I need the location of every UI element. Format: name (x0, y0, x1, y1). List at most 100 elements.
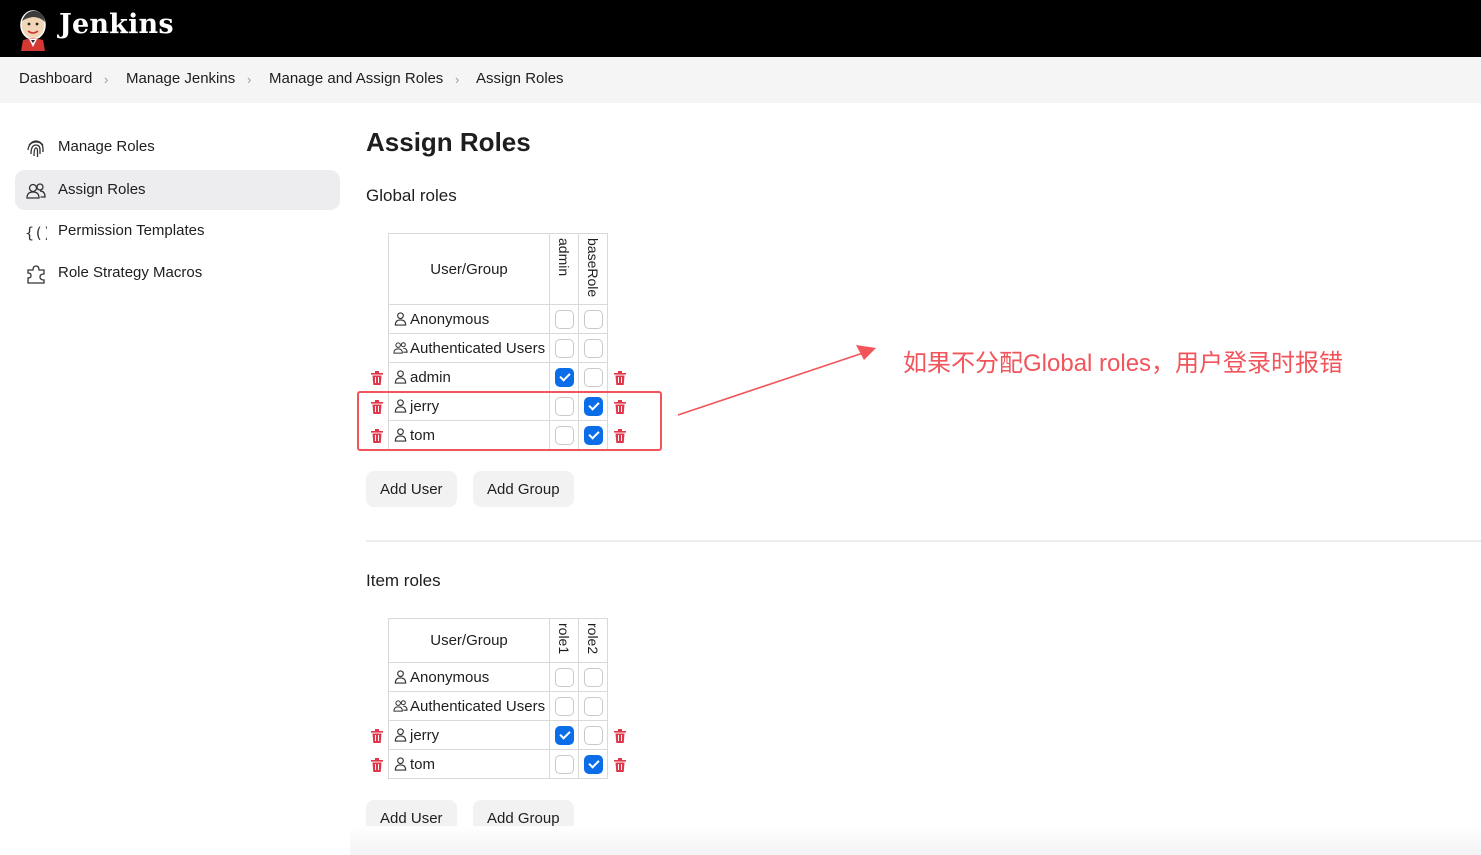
breadcrumb-manage-assign-roles[interactable]: Manage and Assign Roles (269, 70, 443, 87)
role-header-baserole: baseRole (578, 233, 608, 305)
role-checkbox-baseRole[interactable] (583, 338, 603, 358)
user-name: jerry (410, 726, 440, 744)
role-checkbox-role1[interactable] (554, 696, 574, 716)
user-icon (393, 756, 408, 771)
breadcrumb-separator-icon: › (247, 72, 252, 87)
sidebar-item-role-strategy-macros[interactable]: Role Strategy Macros (15, 253, 340, 293)
role-header-admin: admin (549, 233, 579, 305)
role-checkbox-role1[interactable] (554, 667, 574, 687)
role-cell (549, 720, 579, 750)
annotation-arrow-icon (677, 345, 876, 416)
page-title: Assign Roles (366, 127, 531, 157)
role-cell (549, 333, 579, 363)
role-checkbox-role2[interactable] (583, 667, 603, 687)
user-group-header: User/Group (388, 233, 550, 305)
braces-icon: {()} (25, 224, 47, 242)
role-checkbox-baseRole[interactable] (583, 309, 603, 329)
trash-icon[interactable] (371, 371, 383, 385)
role-checkbox-role2[interactable] (583, 696, 603, 716)
global-add-user-button[interactable]: Add User (366, 471, 457, 507)
table-header-row: User/Group role1 role2 (388, 618, 608, 663)
sidebar-item-assign-roles[interactable]: Assign Roles (15, 170, 340, 210)
sidebar-item-label: Manage Roles (58, 138, 155, 155)
top-header: Jenkins (0, 0, 1481, 57)
app-name[interactable]: Jenkins (59, 9, 174, 40)
role-header-role2: role2 (578, 618, 608, 663)
user-name: Authenticated Users (410, 697, 546, 715)
table-row: Anonymous (388, 662, 608, 692)
user-icon (393, 369, 408, 384)
table-row: Authenticated Users (388, 333, 608, 363)
role-checkbox-role1[interactable] (554, 754, 574, 774)
user-cell: Anonymous (388, 304, 550, 334)
role-cell (549, 691, 579, 721)
trash-icon[interactable] (614, 758, 626, 772)
user-cell: Anonymous (388, 662, 550, 692)
svg-text:{()}: {()} (25, 224, 47, 242)
role-cell (549, 662, 579, 692)
breadcrumb-assign-roles[interactable]: Assign Roles (476, 70, 564, 87)
user-name: Authenticated Users (410, 339, 546, 357)
user-cell: jerry (388, 720, 550, 750)
trash-icon[interactable] (614, 400, 626, 414)
sidebar-item-label: Permission Templates (58, 222, 205, 239)
user-cell: Authenticated Users (388, 691, 550, 721)
breadcrumb-separator-icon: › (455, 72, 460, 87)
role-header-role1: role1 (549, 618, 579, 663)
trash-icon[interactable] (614, 371, 626, 385)
breadcrumb-manage-jenkins[interactable]: Manage Jenkins (126, 70, 235, 87)
role-checkbox-role2[interactable] (583, 754, 603, 774)
role-cell (578, 333, 608, 363)
group-icon (393, 698, 408, 713)
trash-icon[interactable] (614, 729, 626, 743)
table-row: Anonymous (388, 304, 608, 334)
trash-icon[interactable] (371, 729, 383, 743)
breadcrumb: Dashboard › Manage Jenkins › Manage and … (0, 57, 1481, 103)
role-cell (578, 749, 608, 779)
table-row: admin (388, 362, 608, 392)
role-cell (578, 720, 608, 750)
user-cell: Authenticated Users (388, 333, 550, 363)
trash-icon[interactable] (371, 758, 383, 772)
section-divider (366, 540, 1481, 542)
user-group-header: User/Group (388, 618, 550, 663)
role-cell (578, 304, 608, 334)
global-add-group-button[interactable]: Add Group (473, 471, 574, 507)
role-cell (549, 304, 579, 334)
breadcrumb-dashboard[interactable]: Dashboard (19, 70, 92, 87)
sidebar-item-manage-roles[interactable]: Manage Roles (15, 127, 340, 167)
user-cell: tom (388, 749, 550, 779)
sidebar-item-label: Assign Roles (58, 181, 146, 198)
user-cell: admin (388, 362, 550, 392)
role-checkbox-admin[interactable] (554, 338, 574, 358)
users-icon (26, 183, 46, 199)
user-name: Anonymous (410, 668, 490, 686)
user-name: admin (410, 368, 451, 386)
role-checkbox-admin[interactable] (554, 367, 574, 387)
trash-icon[interactable] (371, 429, 383, 443)
table-row: Authenticated Users (388, 691, 608, 721)
jenkins-logo[interactable] (16, 7, 50, 51)
breadcrumb-separator-icon: › (104, 72, 109, 87)
role-cell (578, 662, 608, 692)
user-name: Anonymous (410, 310, 490, 328)
role-checkbox-role1[interactable] (554, 725, 574, 745)
sidebar-item-label: Role Strategy Macros (58, 264, 203, 281)
sidebar-item-permission-templates[interactable]: {()} Permission Templates (15, 211, 340, 251)
user-icon (393, 727, 408, 742)
user-name: tom (410, 755, 436, 773)
trash-icon[interactable] (614, 429, 626, 443)
table-header-row: User/Group admin baseRole (388, 233, 608, 305)
item-roles-heading: Item roles (366, 571, 441, 590)
role-checkbox-baseRole[interactable] (583, 367, 603, 387)
role-checkbox-role2[interactable] (583, 725, 603, 745)
table-row: jerry (388, 720, 608, 750)
role-cell (549, 362, 579, 392)
annotation-text: 如果不分配Global roles，用户登录时报错 (903, 350, 1344, 377)
fingerprint-icon (27, 140, 44, 157)
role-checkbox-admin[interactable] (554, 309, 574, 329)
user-icon (393, 669, 408, 684)
trash-icon[interactable] (371, 400, 383, 414)
puzzle-icon (27, 265, 45, 284)
group-icon (393, 340, 408, 355)
